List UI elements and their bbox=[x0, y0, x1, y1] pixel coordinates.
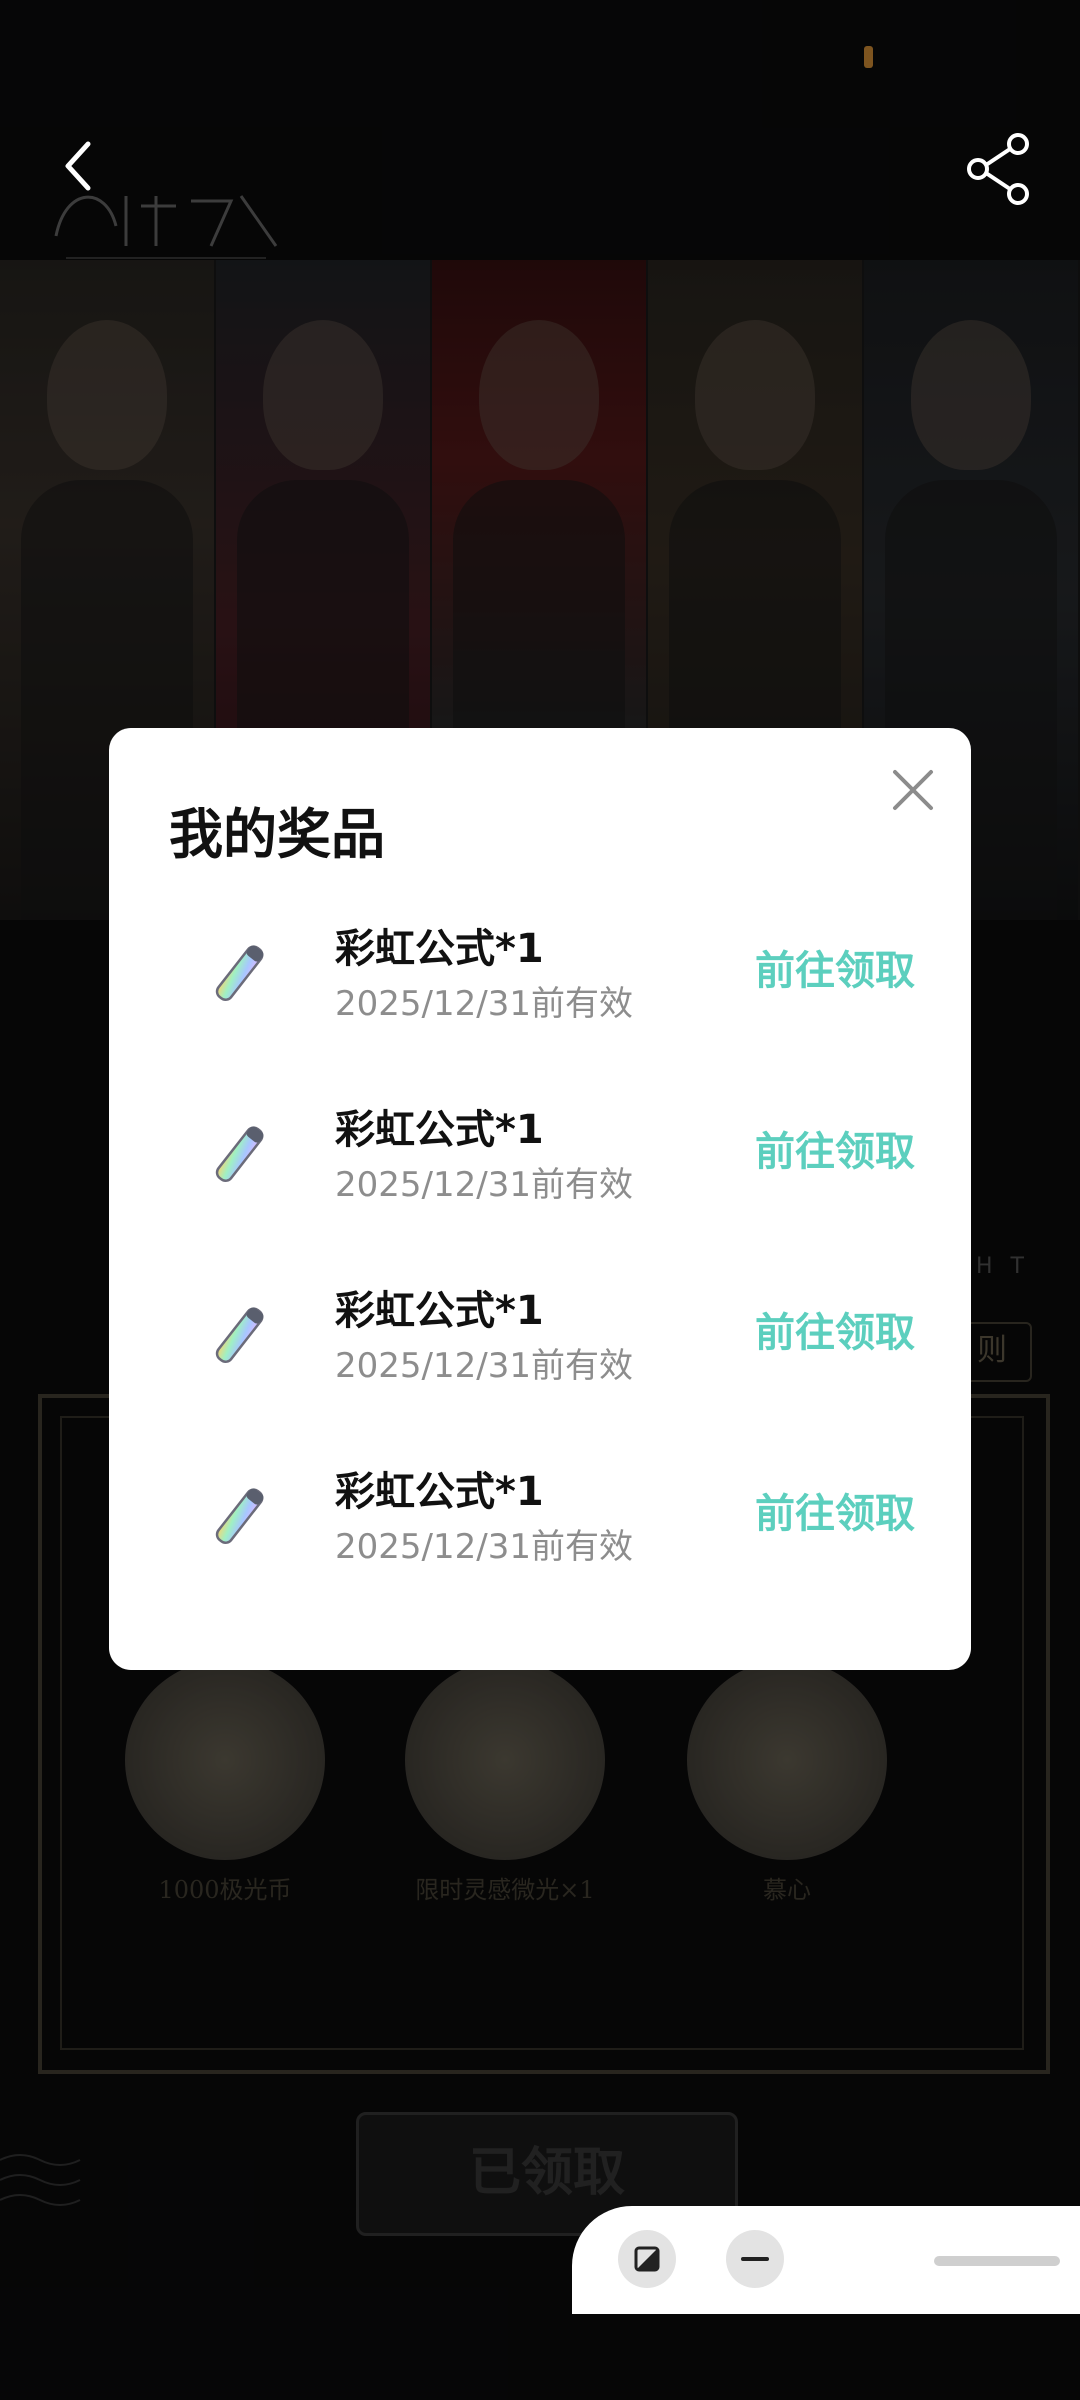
prize-list-item: 彩虹公式*1 2025/12/31前有效 前往领取 bbox=[109, 884, 971, 1064]
prize-expiry: 2025/12/31前有效 bbox=[335, 1165, 633, 1205]
go-claim-button[interactable]: 前往领取 bbox=[755, 1119, 915, 1177]
go-claim-button[interactable]: 前往领取 bbox=[755, 1300, 915, 1358]
prize-list-item: 彩虹公式*1 2025/12/31前有效 前往领取 bbox=[109, 1427, 971, 1607]
minimize-button[interactable] bbox=[726, 2230, 784, 2288]
contrast-icon bbox=[634, 2246, 660, 2272]
prize-name: 彩虹公式*1 bbox=[335, 1107, 544, 1153]
rainbow-pen-icon bbox=[215, 1307, 264, 1363]
prize-name: 彩虹公式*1 bbox=[335, 926, 544, 972]
go-claim-button[interactable]: 前往领取 bbox=[755, 1481, 915, 1539]
modal-title: 我的奖品 bbox=[169, 803, 385, 866]
prize-expiry: 2025/12/31前有效 bbox=[335, 1527, 633, 1567]
share-icon[interactable] bbox=[962, 130, 1040, 208]
drag-handle[interactable] bbox=[934, 2256, 1060, 2266]
prize-expiry: 2025/12/31前有效 bbox=[335, 1346, 633, 1386]
prize-expiry: 2025/12/31前有效 bbox=[335, 984, 633, 1024]
prizes-modal: 我的奖品 彩虹公式*1 2025/12/31前有效 前往领取 彩虹公式*1 20… bbox=[109, 728, 971, 1670]
chevron-left-icon[interactable] bbox=[48, 130, 120, 202]
go-claim-button[interactable]: 前往领取 bbox=[755, 938, 915, 996]
prize-list-item: 彩虹公式*1 2025/12/31前有效 前往领取 bbox=[109, 1065, 971, 1245]
rainbow-pen-icon bbox=[215, 945, 264, 1001]
rainbow-pen-icon bbox=[215, 1126, 264, 1182]
prize-list-item: 彩虹公式*1 2025/12/31前有效 前往领取 bbox=[109, 1246, 971, 1426]
floating-toolbar bbox=[572, 2206, 1080, 2314]
minus-icon bbox=[741, 2257, 769, 2261]
close-icon[interactable] bbox=[883, 760, 943, 820]
rainbow-pen-icon bbox=[215, 1488, 264, 1544]
prize-name: 彩虹公式*1 bbox=[335, 1469, 544, 1515]
mode-toggle-button[interactable] bbox=[618, 2230, 676, 2288]
prize-name: 彩虹公式*1 bbox=[335, 1288, 544, 1334]
